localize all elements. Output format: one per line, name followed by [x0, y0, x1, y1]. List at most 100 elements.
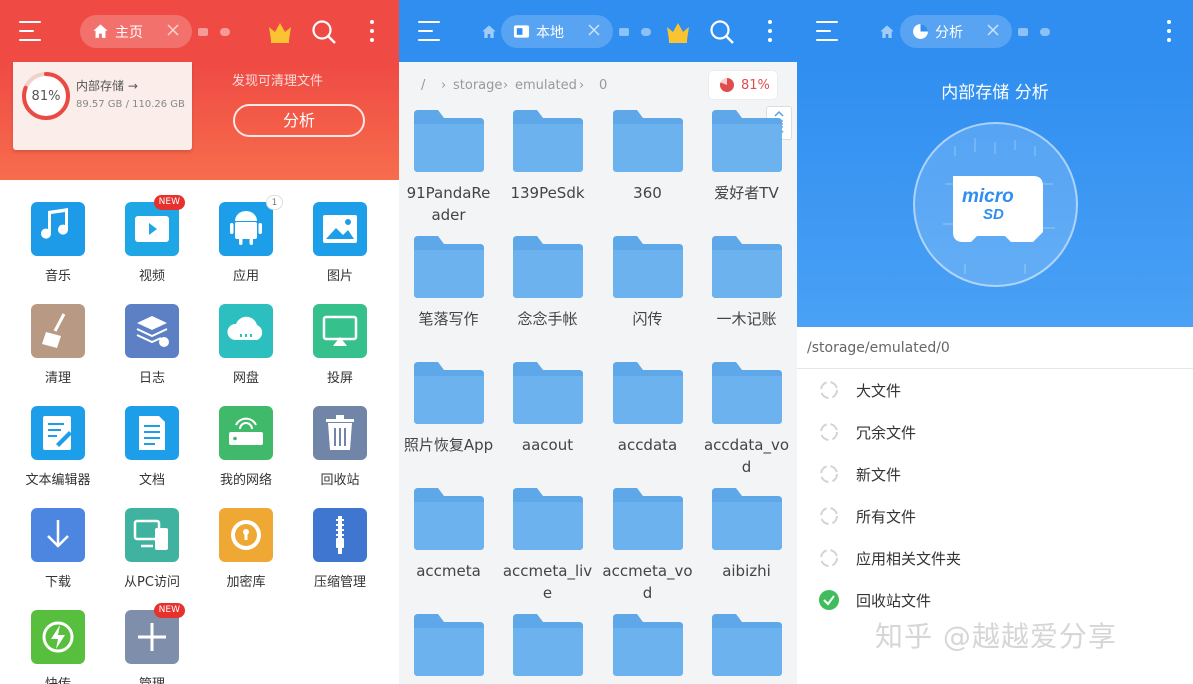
storage-percent: 81% [31, 88, 61, 104]
app-zip[interactable]: 压缩管理 [293, 508, 387, 590]
app-tile [125, 508, 179, 562]
analysis-option[interactable]: 应用相关文件夹 [797, 537, 1193, 579]
folder-item[interactable] [399, 614, 498, 684]
analysis-option[interactable]: 大文件 [797, 369, 1193, 411]
cloud-tab-icon[interactable] [220, 28, 230, 36]
video-icon [135, 216, 169, 242]
crown-icon[interactable] [266, 18, 294, 46]
menu-icon[interactable] [418, 21, 442, 41]
folder-icon [711, 362, 782, 424]
app-music[interactable]: 音乐 [11, 202, 105, 284]
folder-item[interactable]: 爱好者TV [697, 110, 796, 204]
folder-item[interactable] [598, 614, 697, 684]
storage-usage-chip[interactable]: 81% [708, 70, 778, 100]
app-image[interactable]: 图片 [293, 202, 387, 284]
app-document[interactable]: 文档 [105, 406, 199, 488]
screenshot-collage: 主页 81% 内部存储 → 89.57 GB / 110.26 GB 发现可清理… [0, 0, 1193, 684]
app-android[interactable]: 1 应用 [199, 195, 293, 284]
tab-home[interactable]: 主页 [80, 15, 192, 48]
folder-item[interactable]: accmeta_vod [598, 488, 697, 604]
folder-item[interactable]: accdata_vod [697, 362, 796, 478]
menu-icon[interactable] [19, 21, 43, 41]
svg-text:SD: SD [983, 206, 1004, 223]
crumb-emulated[interactable]: emulated [515, 78, 577, 93]
menu-icon[interactable] [816, 21, 840, 41]
app-text-editor[interactable]: 文本编辑器 [11, 406, 105, 488]
folder-item[interactable]: 91PandaReader [399, 110, 498, 226]
folder-name: 360 [633, 184, 662, 202]
folder-item[interactable]: aibizhi [697, 488, 796, 582]
tab-thumb-icon[interactable] [198, 28, 208, 36]
close-tab-icon[interactable] [166, 23, 180, 37]
folder-name: aibizhi [722, 562, 771, 580]
folder-item[interactable]: 139PeSdk [498, 110, 597, 204]
cloud-tab-icon[interactable] [641, 28, 651, 36]
crumb-root[interactable]: / [421, 78, 425, 93]
app-log[interactable]: 日志 [105, 304, 199, 386]
pie-chart-icon [913, 24, 928, 39]
app-label: 清理 [44, 371, 71, 386]
folder-item[interactable]: accdata [598, 362, 697, 456]
close-tab-icon[interactable] [587, 23, 601, 37]
analyze-button[interactable]: 分析 [233, 104, 365, 137]
folder-name: 闪传 [632, 310, 663, 328]
app-label: 文本编辑器 [25, 473, 91, 488]
folder-item[interactable] [498, 614, 597, 684]
app-label: 应用 [232, 269, 259, 284]
analysis-option[interactable]: 新文件 [797, 453, 1193, 495]
app-trash[interactable]: 回收站 [293, 406, 387, 488]
usage-percent: 81% [741, 77, 770, 93]
folder-item[interactable]: 360 [598, 110, 697, 204]
app-plus[interactable]: NEW 管理 [105, 603, 199, 684]
app-label: 文档 [138, 473, 165, 488]
analysis-option[interactable]: 冗余文件 [797, 411, 1193, 453]
close-tab-icon[interactable] [986, 23, 1000, 37]
home-icon[interactable] [481, 24, 497, 40]
loading-spinner-icon [820, 465, 838, 483]
tab-thumb-icon[interactable] [1018, 28, 1028, 36]
app-tile [31, 406, 85, 460]
more-icon[interactable] [369, 20, 375, 44]
text-editor-icon [43, 416, 72, 450]
app-video[interactable]: NEW 视频 [105, 195, 199, 284]
app-download[interactable]: 下载 [11, 508, 105, 590]
app-tile [313, 508, 367, 562]
crumb-zero[interactable]: 0 [599, 78, 607, 93]
folder-item[interactable]: 笔落写作 [399, 236, 498, 330]
tab-analysis[interactable]: 分析 [900, 15, 1012, 48]
crown-icon[interactable] [664, 18, 692, 46]
cloud-tab-icon[interactable] [1040, 28, 1050, 36]
app-label: 视频 [138, 269, 165, 284]
folder-item[interactable]: 一木记账 [697, 236, 796, 330]
folder-item[interactable]: 念念手帐 [498, 236, 597, 330]
app-vault[interactable]: 加密库 [199, 508, 293, 590]
tab-thumb-icon[interactable] [619, 28, 629, 36]
folder-item[interactable]: aacout [498, 362, 597, 456]
folder-name: accmeta_live [502, 562, 593, 602]
app-cast[interactable]: 投屏 [293, 304, 387, 386]
app-router[interactable]: 我的网络 [199, 406, 293, 488]
folder-item[interactable]: accmeta [399, 488, 498, 582]
folder-item[interactable]: 闪传 [598, 236, 697, 330]
app-quick-transfer[interactable]: 快传 [11, 610, 105, 684]
analysis-option[interactable]: 所有文件 [797, 495, 1193, 537]
svg-text:micro: micro [962, 186, 1014, 207]
folder-item[interactable] [697, 614, 796, 684]
app-cloud[interactable]: 网盘 [199, 304, 293, 386]
search-icon[interactable] [708, 18, 736, 46]
tab-local[interactable]: 本地 [501, 15, 613, 48]
crumb-storage[interactable]: storage [453, 78, 502, 93]
search-icon[interactable] [310, 18, 338, 46]
router-icon [229, 417, 263, 445]
app-tile [313, 406, 367, 460]
home-icon[interactable] [879, 24, 895, 40]
more-icon[interactable] [767, 20, 773, 44]
android-icon [230, 211, 262, 245]
app-pc-access[interactable]: 从PC访问 [105, 508, 199, 590]
folder-item[interactable]: accmeta_live [498, 488, 597, 604]
internal-storage-card[interactable]: 81% 内部存储 → 89.57 GB / 110.26 GB [13, 62, 192, 150]
more-icon[interactable] [1166, 20, 1172, 44]
loading-spinner-icon [820, 423, 838, 441]
app-broom[interactable]: 清理 [11, 304, 105, 386]
folder-item[interactable]: 照片恢复App [399, 362, 498, 456]
